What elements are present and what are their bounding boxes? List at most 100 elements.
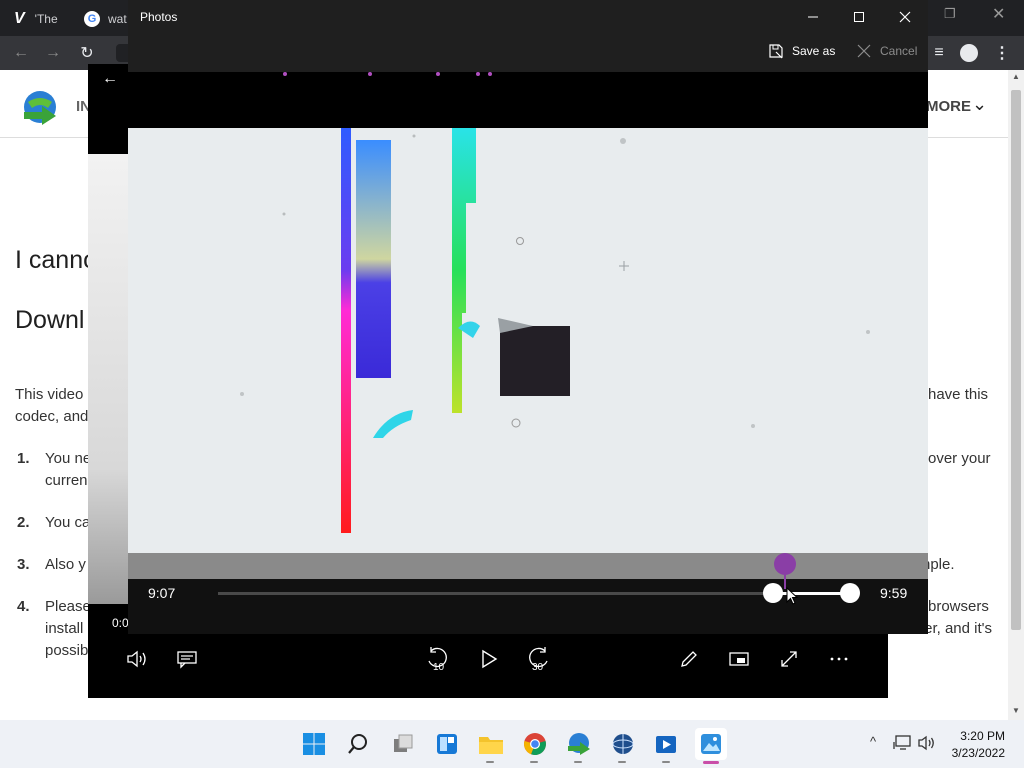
under-player-left-strip: [88, 154, 128, 604]
dark-square: [500, 326, 570, 396]
movies-tv-button[interactable]: [651, 728, 683, 760]
list-2-left: You ca: [45, 514, 91, 531]
chevron-down-icon[interactable]: ⌄: [972, 94, 987, 115]
heading-1: I canno: [15, 246, 98, 274]
tab-1[interactable]: V 'The: [14, 6, 58, 32]
clock-date[interactable]: 3/23/2022: [940, 746, 1005, 760]
volume-icon: [127, 650, 146, 668]
clock-time[interactable]: 3:20 PM: [940, 729, 1005, 743]
idm-icon: [568, 733, 590, 755]
page-scrollbar-thumb[interactable]: [1011, 90, 1021, 630]
video-letterbox-top: [128, 72, 928, 128]
scroll-down-icon[interactable]: ▼: [1012, 706, 1020, 715]
start-button[interactable]: [298, 728, 330, 760]
explorer-running-indicator: [486, 761, 494, 763]
more-menu-label[interactable]: MORE: [926, 98, 971, 115]
list-4-left2: install: [45, 620, 84, 637]
play-icon: [482, 649, 498, 669]
idm-running-indicator: [574, 761, 582, 763]
reading-list-icon[interactable]: ≡: [928, 42, 950, 64]
browser-restore-icon[interactable]: ❐: [944, 6, 964, 26]
minimize-button[interactable]: [790, 0, 836, 34]
playhead-marker[interactable]: [774, 553, 796, 575]
chrome-running-indicator: [530, 761, 538, 763]
globe-app-button[interactable]: [607, 728, 639, 760]
forward-arrow-icon[interactable]: →: [42, 42, 64, 64]
photos-taskbar-button[interactable]: [695, 728, 727, 760]
trim-track[interactable]: [218, 592, 773, 595]
file-explorer-button[interactable]: [475, 728, 507, 760]
browser-close-icon[interactable]: ✕: [992, 4, 1012, 24]
forward-30-icon: 30: [529, 647, 548, 673]
cancel-x-icon: [857, 44, 871, 58]
maximize-icon: [854, 12, 864, 22]
save-as-button[interactable]: Save as: [768, 43, 835, 59]
widgets-button[interactable]: [431, 728, 463, 760]
rewind-10-icon: 10: [428, 647, 447, 673]
cancel-button[interactable]: Cancel: [856, 43, 917, 59]
task-view-button[interactable]: [387, 728, 419, 760]
video-letterbox-bottom: [128, 553, 928, 579]
more-icon: [830, 657, 848, 661]
photos-titlebar: Photos: [128, 0, 928, 34]
video-frame[interactable]: [128, 128, 928, 553]
tab-1-label: 'The: [34, 12, 58, 26]
scroll-up-icon[interactable]: ▲: [1012, 72, 1020, 81]
omnibox[interactable]: [116, 44, 128, 62]
photos-toolbar: Save as Cancel: [128, 34, 928, 72]
network-icon[interactable]: [892, 734, 912, 752]
close-button[interactable]: [882, 0, 928, 34]
tab-2[interactable]: G wat: [84, 6, 127, 32]
folder-icon: [479, 737, 503, 754]
cancel-label: Cancel: [880, 44, 918, 58]
trim-start-handle[interactable]: [763, 583, 783, 603]
miniview-button[interactable]: [726, 646, 752, 672]
trim-start-time: 9:07: [148, 585, 176, 601]
close-icon: [899, 11, 911, 23]
subtitles-icon: [177, 651, 197, 669]
subtitles-button[interactable]: [174, 646, 200, 672]
rewind-10-label: 10: [433, 662, 445, 673]
movies-tv-icon: [656, 736, 676, 753]
list-1-left2: curren: [45, 472, 88, 489]
heading-2: Downl: [15, 306, 85, 334]
fullscreen-button[interactable]: [776, 646, 802, 672]
idm-logo-icon: [20, 88, 62, 126]
forward-30-label: 30: [532, 662, 544, 673]
profile-icon[interactable]: [960, 44, 978, 62]
cyan-arc: [373, 410, 413, 438]
widgets-icon: [437, 734, 457, 754]
tab-2-label: wat: [108, 12, 127, 26]
play-button[interactable]: [476, 646, 502, 672]
list-4-left: Please: [45, 598, 91, 615]
windows-start-icon: [303, 733, 325, 755]
trim-end-handle[interactable]: [840, 583, 860, 603]
back-arrow-icon[interactable]: ←: [10, 42, 32, 64]
movies-running-indicator: [662, 761, 670, 763]
speaker-icon[interactable]: [917, 734, 937, 752]
rewind-10-button[interactable]: 10: [424, 644, 452, 674]
maximize-button[interactable]: [836, 0, 882, 34]
glitch-bar-red: [341, 128, 351, 533]
player-back-icon[interactable]: ←: [102, 70, 118, 88]
forward-30-button[interactable]: 30: [524, 644, 552, 674]
list-4-right: browsers: [928, 598, 989, 615]
chrome-icon: [524, 733, 546, 756]
player-controls: 10 30: [88, 634, 888, 698]
edit-button[interactable]: [676, 646, 702, 672]
save-icon: [769, 44, 783, 59]
more-options-button[interactable]: [826, 646, 852, 672]
volume-button[interactable]: [124, 646, 150, 672]
browser-menu-icon[interactable]: ⋮: [992, 42, 1012, 64]
reload-icon[interactable]: ↻: [76, 42, 98, 64]
taskbar-search-button[interactable]: [342, 728, 374, 760]
tab-1-favicon-icon: V: [14, 10, 25, 27]
fullscreen-icon: [781, 651, 797, 667]
list-num-2: 2.: [17, 514, 30, 531]
task-view-icon: [394, 734, 413, 752]
tray-chevron-up-icon[interactable]: ^: [864, 734, 882, 752]
globe-icon: [612, 734, 634, 754]
idm-taskbar-button[interactable]: [563, 728, 595, 760]
photos-icon: [701, 734, 721, 754]
chrome-button[interactable]: [519, 728, 551, 760]
